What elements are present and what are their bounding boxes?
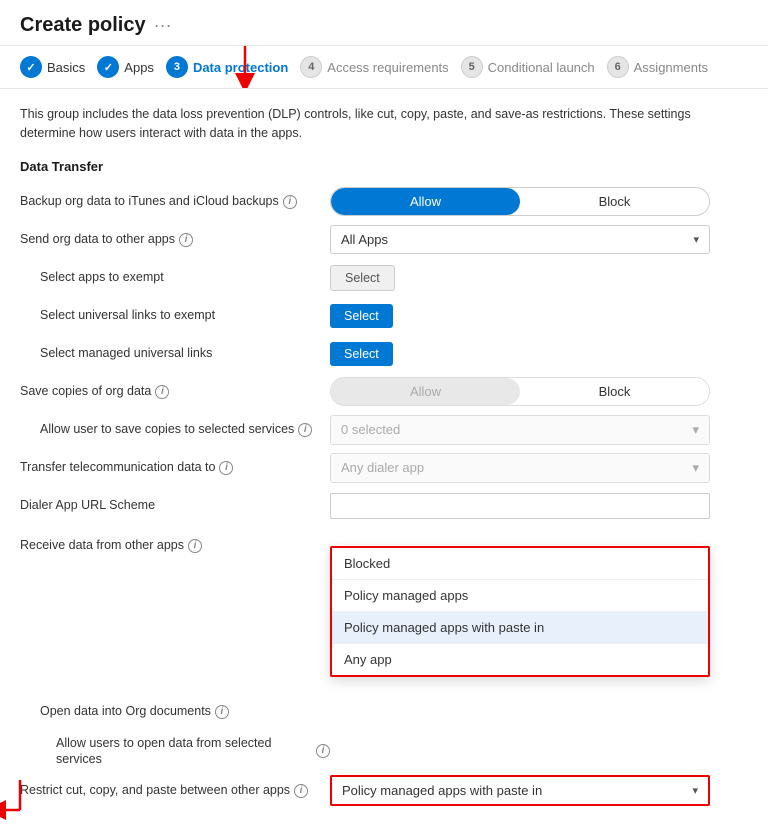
open-data-org-info-icon[interactable]: i: [215, 705, 229, 719]
allow-open-selected-row: Allow users to open data from selected s…: [20, 732, 748, 771]
save-copies-toggle[interactable]: Allow Block: [330, 377, 710, 406]
send-org-control: All Apps ▾: [330, 225, 748, 254]
open-data-org-row: Open data into Org documents i: [20, 694, 748, 730]
select-managed-universal-control: Select: [330, 342, 748, 366]
allow-user-save-chevron-icon: ▾: [692, 422, 699, 438]
left-red-arrow-icon: [0, 780, 22, 820]
description-text: This group includes the data loss preven…: [20, 105, 748, 143]
receive-data-row: Receive data from other apps i Blocked P…: [20, 528, 748, 564]
backup-allow-option[interactable]: Allow: [331, 188, 520, 215]
backup-block-option[interactable]: Block: [520, 188, 709, 215]
dialer-url-row: Dialer App URL Scheme: [20, 488, 748, 524]
save-copies-info-icon[interactable]: i: [155, 385, 169, 399]
restrict-cut-copy-control: Policy managed apps with paste in ▾: [330, 775, 748, 806]
dropdown-item-blocked[interactable]: Blocked: [332, 548, 708, 580]
send-org-dropdown-value: All Apps: [341, 232, 388, 247]
allow-user-save-label: Allow user to save copies to selected se…: [20, 421, 330, 437]
wizard-step-apps[interactable]: ✓ Apps: [97, 56, 154, 78]
allow-open-selected-label: Allow users to open data from selected s…: [20, 735, 330, 768]
step-label-basics: Basics: [47, 60, 85, 75]
dropdown-item-policy-managed[interactable]: Policy managed apps: [332, 580, 708, 612]
transfer-telecom-row: Transfer telecommunication data to i Any…: [20, 450, 748, 486]
restrict-cut-copy-label: Restrict cut, copy, and paste between ot…: [20, 782, 330, 798]
wizard-step-assignments[interactable]: 6 Assignments: [607, 56, 708, 78]
transfer-telecom-control: Any dialer app ▾: [330, 453, 748, 483]
step-circle-access: 4: [300, 56, 322, 78]
select-managed-universal-label: Select managed universal links: [20, 345, 330, 361]
transfer-telecom-dropdown[interactable]: Any dialer app ▾: [330, 453, 710, 483]
transfer-telecom-info-icon[interactable]: i: [219, 461, 233, 475]
allow-user-save-control: 0 selected ▾: [330, 415, 748, 445]
receive-data-label: Receive data from other apps i: [20, 537, 330, 553]
data-transfer-section-title: Data Transfer: [20, 159, 748, 174]
main-content: This group includes the data loss preven…: [0, 89, 768, 827]
backup-org-info-icon[interactable]: i: [283, 195, 297, 209]
dropdown-item-any-app[interactable]: Any app: [332, 644, 708, 675]
select-universal-links-row: Select universal links to exempt Select: [20, 298, 748, 334]
select-apps-exempt-button[interactable]: Select: [330, 265, 395, 291]
allow-open-selected-info-icon[interactable]: i: [316, 744, 330, 758]
send-org-chevron-icon: ▾: [693, 233, 699, 246]
page-header: Create policy ···: [0, 0, 768, 46]
save-copies-row: Save copies of org data i Allow Block: [20, 374, 748, 410]
receive-data-dropdown-panel: Blocked Policy managed apps Policy manag…: [330, 546, 710, 677]
allow-user-save-value: 0 selected: [341, 422, 400, 437]
receive-data-info-icon[interactable]: i: [188, 539, 202, 553]
dialer-url-input[interactable]: [330, 493, 710, 519]
transfer-telecom-label: Transfer telecommunication data to i: [20, 459, 330, 475]
dialer-url-label: Dialer App URL Scheme: [20, 497, 330, 513]
dropdown-item-policy-managed-paste[interactable]: Policy managed apps with paste in: [332, 612, 708, 644]
send-org-row: Send org data to other apps i All Apps ▾: [20, 222, 748, 258]
save-copies-allow-option[interactable]: Allow: [331, 378, 520, 405]
wizard-step-access[interactable]: 4 Access requirements: [300, 56, 448, 78]
step-label-assignments: Assignments: [634, 60, 708, 75]
select-apps-exempt-row: Select apps to exempt Select: [20, 260, 748, 296]
restrict-cut-copy-info-icon[interactable]: i: [294, 784, 308, 798]
send-org-info-icon[interactable]: i: [179, 233, 193, 247]
send-org-dropdown[interactable]: All Apps ▾: [330, 225, 710, 254]
wizard-nav: ✓ Basics ✓ Apps 3 Data protection 4 Acce…: [0, 46, 768, 89]
step-circle-conditional: 5: [461, 56, 483, 78]
select-apps-exempt-control: Select: [330, 265, 748, 291]
select-managed-universal-row: Select managed universal links Select: [20, 336, 748, 372]
backup-org-row: Backup org data to iTunes and iCloud bac…: [20, 184, 748, 220]
restrict-cut-copy-row: Restrict cut, copy, and paste between ot…: [20, 772, 748, 809]
dialer-url-control: [330, 493, 748, 519]
step-circle-assignments: 6: [607, 56, 629, 78]
step-circle-data-protection: 3: [166, 56, 188, 78]
transfer-telecom-value: Any dialer app: [341, 460, 424, 475]
step-circle-basics: ✓: [20, 56, 42, 78]
open-data-org-label: Open data into Org documents i: [20, 703, 330, 719]
allow-user-save-row: Allow user to save copies to selected se…: [20, 412, 748, 448]
page-title: Create policy: [20, 14, 146, 37]
allow-user-save-dropdown[interactable]: 0 selected ▾: [330, 415, 710, 445]
restrict-cut-copy-dropdown[interactable]: Policy managed apps with paste in ▾: [330, 775, 710, 806]
transfer-telecom-chevron-icon: ▾: [692, 460, 699, 476]
backup-org-label: Backup org data to iTunes and iCloud bac…: [20, 193, 330, 209]
step-circle-apps: ✓: [97, 56, 119, 78]
allow-user-save-info-icon[interactable]: i: [298, 423, 312, 437]
restrict-cut-copy-chevron-icon: ▾: [692, 784, 698, 797]
save-copies-block-option[interactable]: Block: [520, 378, 709, 405]
select-universal-links-control: Select: [330, 304, 748, 328]
step-label-apps: Apps: [124, 60, 154, 75]
page-title-ellipsis: ···: [154, 15, 172, 36]
wizard-step-conditional[interactable]: 5 Conditional launch: [461, 56, 595, 78]
backup-org-toggle[interactable]: Allow Block: [330, 187, 710, 216]
step-label-conditional: Conditional launch: [488, 60, 595, 75]
select-apps-exempt-label: Select apps to exempt: [20, 269, 330, 285]
save-copies-label: Save copies of org data i: [20, 383, 330, 399]
send-org-label: Send org data to other apps i: [20, 231, 330, 247]
select-managed-universal-button[interactable]: Select: [330, 342, 393, 366]
step-label-access: Access requirements: [327, 60, 448, 75]
top-red-arrow-icon: [215, 46, 275, 89]
save-copies-control: Allow Block: [330, 377, 748, 406]
select-universal-links-button[interactable]: Select: [330, 304, 393, 328]
restrict-cut-copy-value: Policy managed apps with paste in: [342, 783, 542, 798]
backup-org-control: Allow Block: [330, 187, 748, 216]
wizard-step-basics[interactable]: ✓ Basics: [20, 56, 85, 78]
select-universal-links-label: Select universal links to exempt: [20, 307, 330, 323]
